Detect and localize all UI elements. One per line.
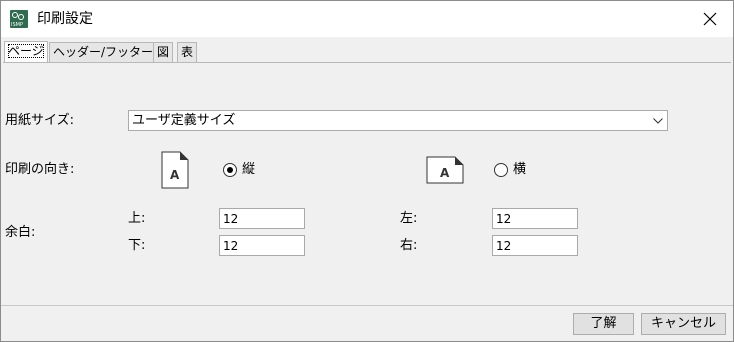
- tab-figure-label: 図: [157, 45, 170, 59]
- paper-size-label: 用紙サイズ:: [5, 113, 74, 128]
- title-bar: ISMP 印刷設定: [1, 1, 733, 37]
- tab-content-page: [3, 62, 731, 306]
- margin-top-label: 上:: [128, 211, 146, 226]
- portrait-label: 縦: [242, 162, 256, 177]
- landscape-radio[interactable]: [494, 163, 508, 177]
- footer-separator: [1, 305, 733, 306]
- app-icon-label: ISMP: [11, 22, 23, 28]
- margin-bottom-label: 下:: [128, 238, 146, 253]
- orientation-label: 印刷の向き:: [5, 162, 75, 177]
- svg-text:A: A: [170, 168, 180, 182]
- landscape-label: 横: [513, 162, 527, 177]
- margin-right-field[interactable]: [492, 235, 578, 256]
- tab-page-label: ページ: [8, 44, 44, 58]
- paper-size-value: ユーザ定義サイズ: [132, 113, 236, 128]
- svg-text:A: A: [440, 166, 450, 180]
- ok-button[interactable]: 了解: [573, 313, 634, 335]
- tab-strip: ページ ヘッダー/フッター 図 表: [1, 37, 733, 63]
- chevron-down-icon[interactable]: [649, 111, 667, 130]
- tab-figure[interactable]: 図: [153, 42, 174, 62]
- close-icon: [703, 12, 717, 26]
- tab-header-footer[interactable]: ヘッダー/フッター: [49, 42, 158, 62]
- cancel-button[interactable]: キャンセル: [641, 313, 726, 335]
- print-settings-dialog: ISMP 印刷設定 ページ ヘッダー/フッター 図 表 用紙サイズ: ユーザ定義…: [0, 0, 734, 342]
- portrait-page-icon: A: [161, 151, 189, 189]
- margin-left-label: 左:: [400, 211, 418, 226]
- tab-table[interactable]: 表: [177, 42, 198, 62]
- tab-header-footer-label: ヘッダー/フッター: [53, 45, 154, 59]
- margin-bottom-field[interactable]: [219, 235, 305, 256]
- close-button[interactable]: [687, 1, 733, 37]
- margin-right-label: 右:: [400, 238, 418, 253]
- tab-table-label: 表: [181, 45, 194, 59]
- tab-page[interactable]: ページ: [4, 41, 48, 63]
- app-icon: ISMP: [10, 10, 28, 28]
- portrait-radio[interactable]: [223, 163, 237, 177]
- landscape-page-icon: A: [426, 156, 464, 184]
- margin-left-field[interactable]: [492, 208, 578, 229]
- paper-size-select[interactable]: ユーザ定義サイズ: [128, 110, 668, 131]
- margin-top-field[interactable]: [219, 208, 305, 229]
- window-title: 印刷設定: [37, 11, 93, 27]
- margins-label: 余白:: [5, 225, 36, 240]
